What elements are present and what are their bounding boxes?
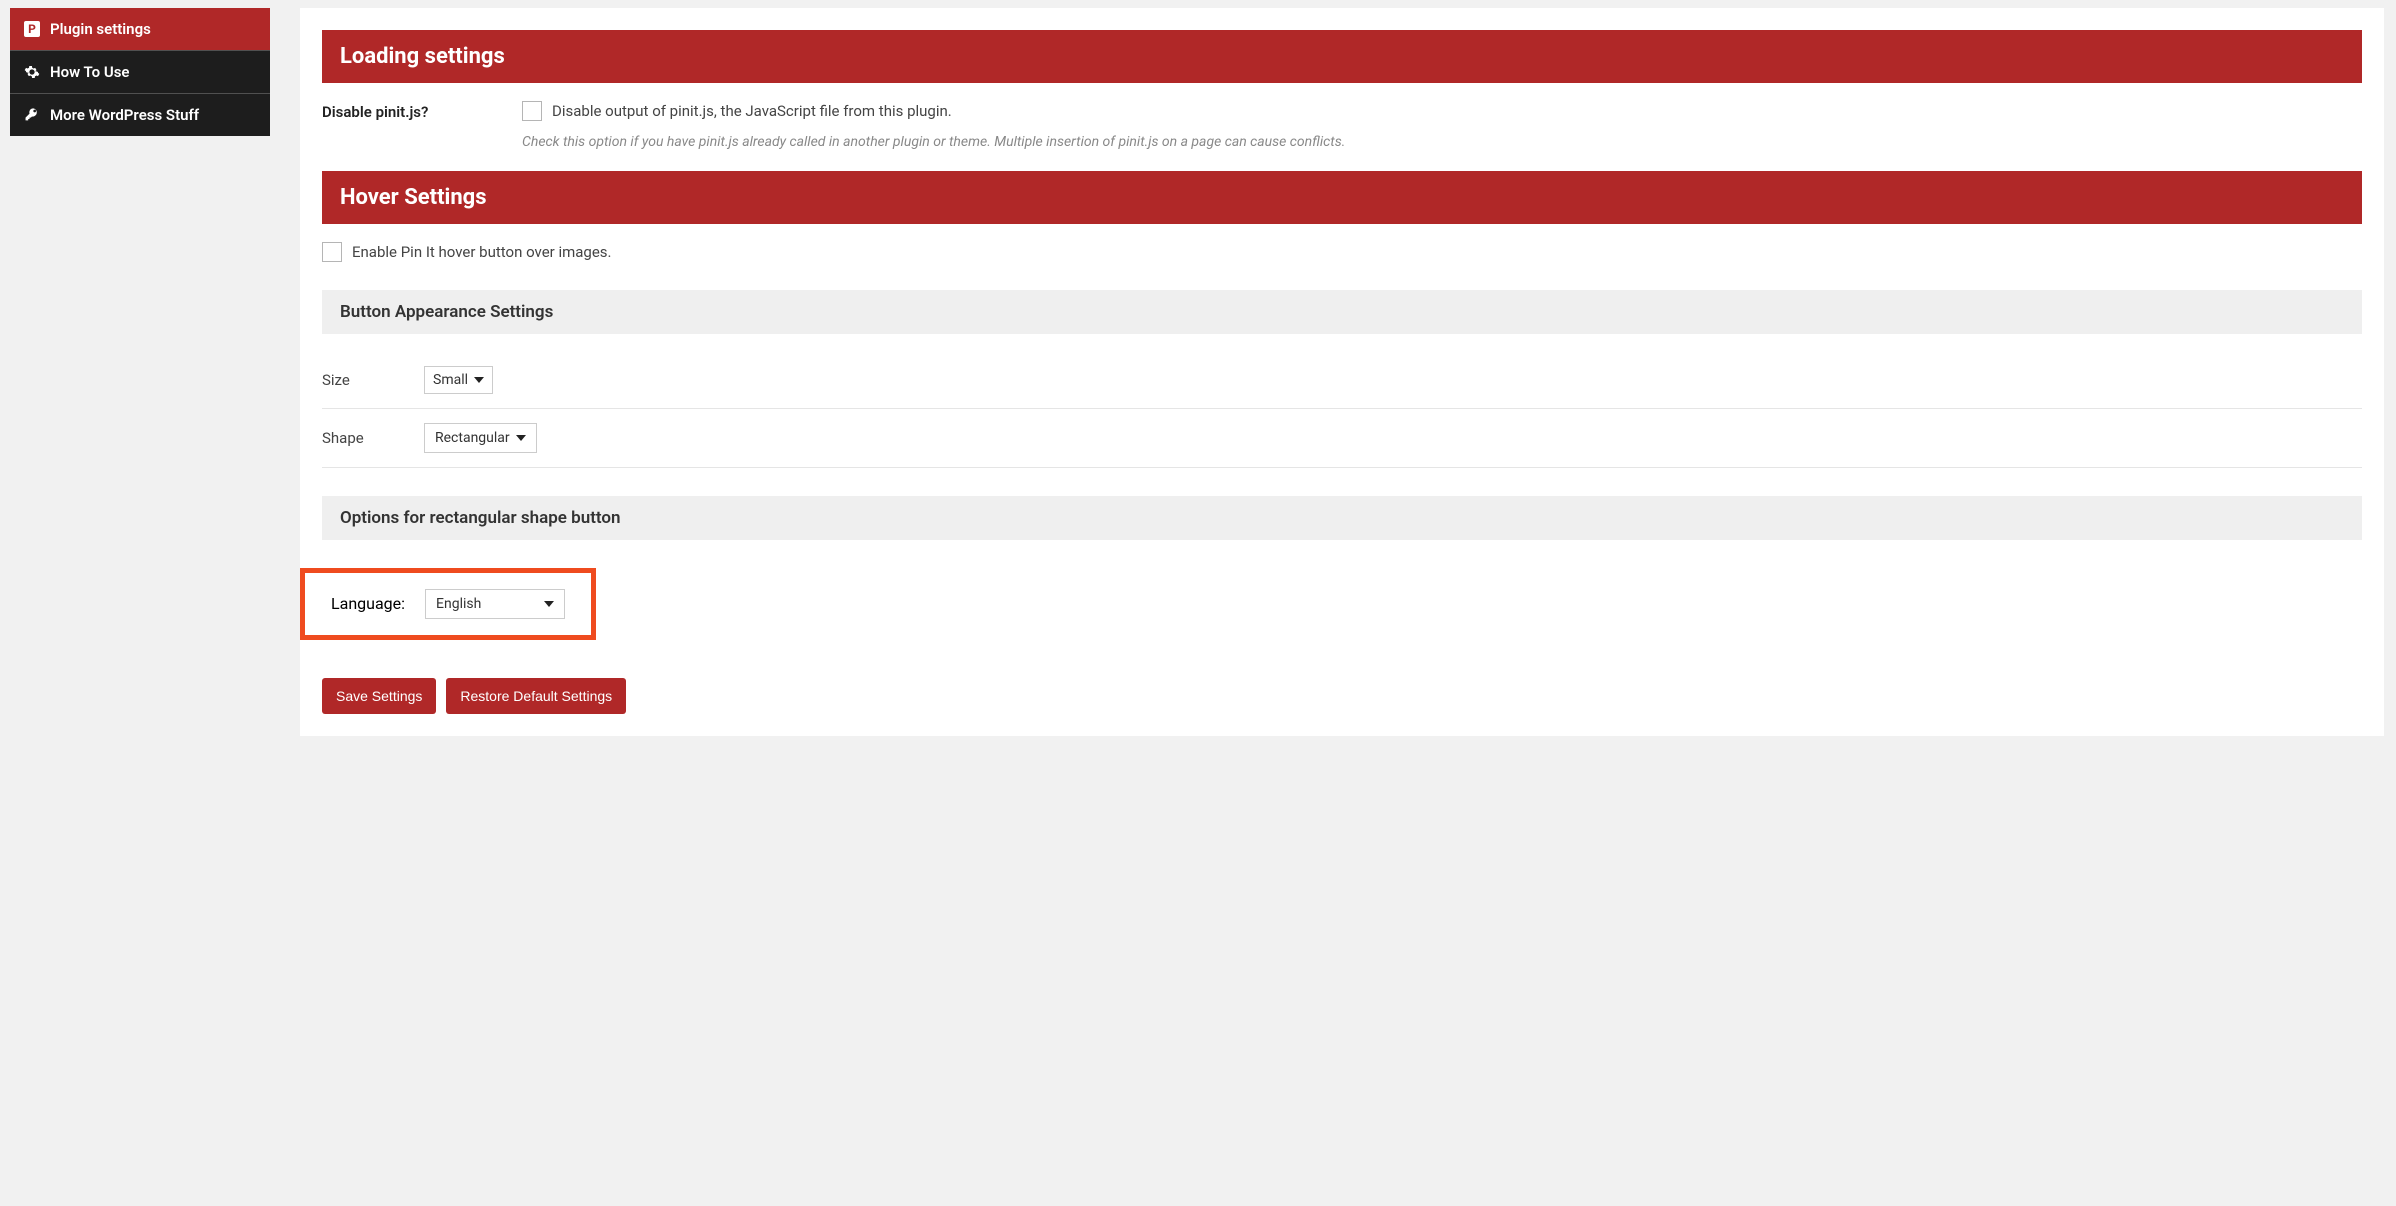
sub-header-appearance: Button Appearance Settings [322, 290, 2362, 334]
sidebar-item-plugin-settings[interactable]: P Plugin settings [10, 8, 270, 51]
sidebar-item-more-wp[interactable]: More WordPress Stuff [10, 94, 270, 136]
language-label: Language: [331, 594, 405, 613]
button-row: Save Settings Restore Default Settings [322, 678, 2362, 714]
sidebar: P Plugin settings How To Use More WordPr… [0, 0, 280, 748]
key-icon [24, 107, 40, 123]
help-text: Check this option if you have pinit.js a… [522, 133, 2362, 153]
field-disable-pinitjs: Disable pinit.js? Disable output of pini… [322, 101, 2362, 153]
select-value: Small [433, 372, 468, 388]
save-button[interactable]: Save Settings [322, 678, 436, 714]
select-value: English [436, 596, 481, 612]
enable-hover-checkbox[interactable] [322, 242, 342, 262]
sidebar-item-label: More WordPress Stuff [50, 106, 199, 124]
main-panel: Loading settings Disable pinit.js? Disab… [300, 8, 2384, 736]
pinterest-icon: P [24, 21, 40, 37]
disable-pinitjs-checkbox[interactable] [522, 101, 542, 121]
sidebar-item-label: How To Use [50, 63, 129, 81]
sidebar-item-label: Plugin settings [50, 20, 151, 38]
checkbox-label: Enable Pin It hover button over images. [352, 243, 612, 261]
chevron-down-icon [474, 377, 484, 383]
shape-label: Shape [322, 429, 392, 447]
size-label: Size [322, 371, 392, 389]
field-size: Size Small [322, 352, 2362, 409]
select-value: Rectangular [435, 430, 510, 446]
size-select[interactable]: Small [424, 366, 493, 394]
chevron-down-icon [516, 435, 526, 441]
field-label: Disable pinit.js? [322, 101, 502, 153]
sub-header-rect-options: Options for rectangular shape button [322, 496, 2362, 540]
field-shape: Shape Rectangular [322, 409, 2362, 468]
shape-select[interactable]: Rectangular [424, 423, 537, 453]
sidebar-item-how-to-use[interactable]: How To Use [10, 51, 270, 94]
language-select[interactable]: English [425, 589, 565, 619]
chevron-down-icon [544, 601, 554, 607]
gear-icon [24, 64, 40, 80]
section-header-loading: Loading settings [322, 30, 2362, 83]
checkbox-label: Disable output of pinit.js, the JavaScri… [552, 102, 952, 120]
restore-button[interactable]: Restore Default Settings [446, 678, 626, 714]
svg-text:P: P [28, 22, 36, 36]
highlighted-language-field: Language: English [300, 568, 596, 640]
section-header-hover: Hover Settings [322, 171, 2362, 224]
